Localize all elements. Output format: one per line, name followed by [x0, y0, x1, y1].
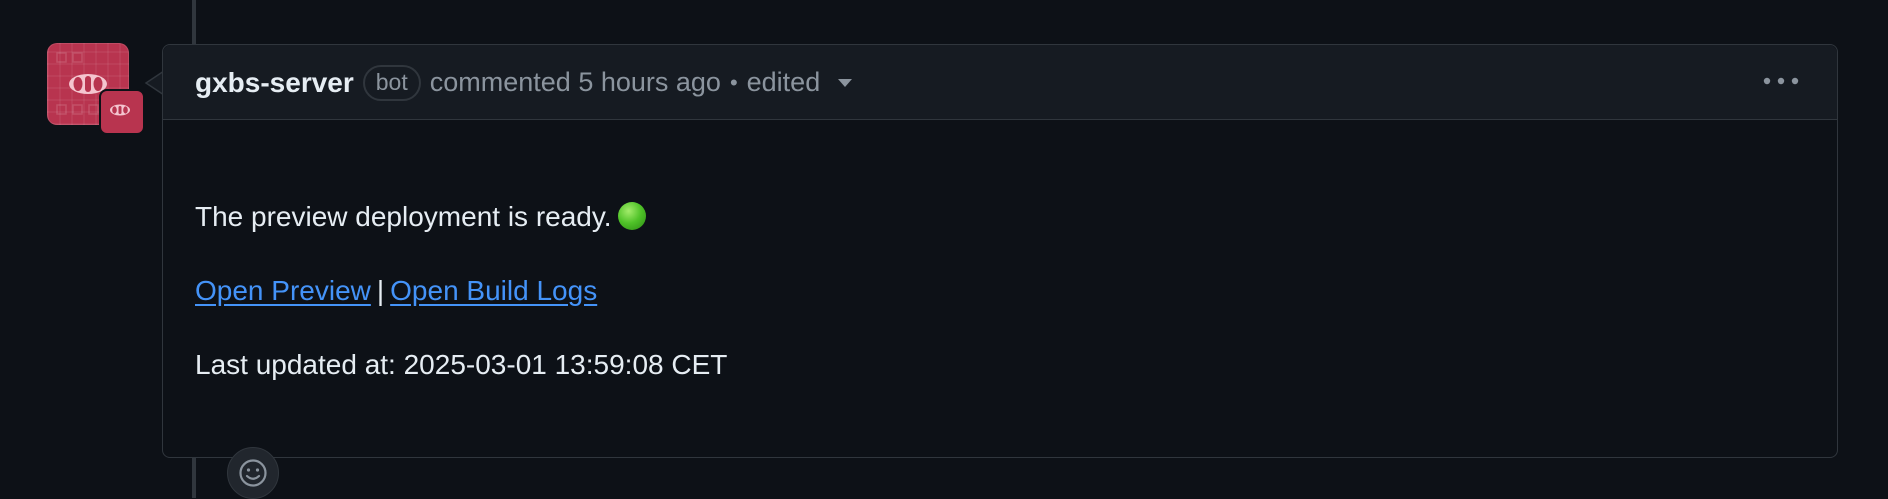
- comment-pointer: [144, 71, 163, 95]
- triangle-down-icon: [838, 78, 853, 87]
- avatar-badge: [99, 89, 145, 135]
- link-divider: |: [376, 275, 385, 306]
- bot-app-icon: [110, 104, 130, 116]
- author-link[interactable]: gxbs-server: [195, 67, 354, 99]
- open-preview-link[interactable]: Open Preview: [195, 275, 371, 306]
- comment-options-button[interactable]: [1761, 69, 1801, 93]
- comment-meta: gxbs-server bot commented 5 hours ago • …: [195, 45, 853, 120]
- edited-history-dropdown[interactable]: edited: [747, 67, 853, 98]
- deployment-status-line: The preview deployment is ready.: [195, 199, 646, 235]
- kebab-horizontal-icon: [1763, 77, 1799, 85]
- comment-card: gxbs-server bot commented 5 hours ago • …: [162, 44, 1838, 499]
- green-circle-icon: [617, 202, 646, 230]
- comment-timestamp[interactable]: commented 5 hours ago: [430, 67, 721, 98]
- edited-label: edited: [746, 67, 821, 97]
- open-build-logs-link[interactable]: Open Build Logs: [390, 275, 597, 306]
- smiley-icon: [239, 459, 267, 487]
- links-line: Open Preview | Open Build Logs: [195, 273, 597, 309]
- bot-badge: bot: [362, 64, 421, 101]
- deployment-status-text: The preview deployment is ready.: [195, 201, 612, 232]
- meta-separator: •: [729, 69, 738, 95]
- add-reaction-button[interactable]: [227, 447, 279, 499]
- author-avatar[interactable]: [47, 43, 145, 135]
- last-updated-text: Last updated at: 2025-03-01 13:59:08 CET: [195, 349, 728, 380]
- comment-header: gxbs-server bot commented 5 hours ago • …: [163, 45, 1837, 120]
